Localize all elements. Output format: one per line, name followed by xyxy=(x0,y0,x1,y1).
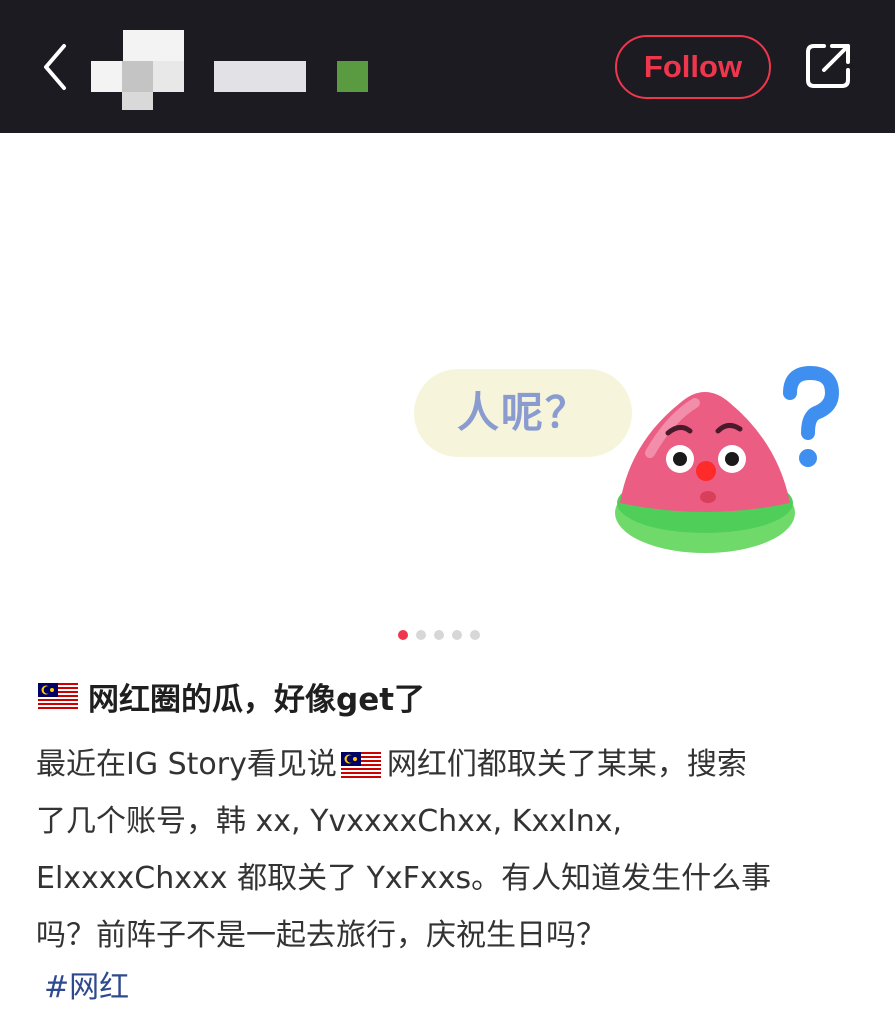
share-button[interactable] xyxy=(802,40,854,92)
post-body-line: 了几个账号，韩 xx, YvxxxxChxx, KxxInx, xyxy=(36,793,866,850)
post-image[interactable]: 人呢？ xyxy=(0,133,895,653)
chevron-left-icon xyxy=(44,44,66,90)
post-title: 网红圈的瓜，好像get了 xyxy=(38,670,858,722)
post-body-line: ElxxxxChxxx 都取关了 YxFxxs。有人知道发生什么事 xyxy=(36,850,866,907)
post-body-text: 了几个账号，韩 xx, YvxxxxChxx, KxxInx, xyxy=(36,804,623,839)
share-external-icon xyxy=(806,44,850,88)
back-button[interactable] xyxy=(30,36,86,98)
user-badge xyxy=(337,61,368,92)
avatar[interactable] xyxy=(91,30,184,110)
carousel-dot[interactable] xyxy=(452,630,462,640)
follow-button[interactable]: Follow xyxy=(615,35,771,99)
post-body-text: 最近在IG Story看见说 xyxy=(36,747,337,782)
username-redacted[interactable] xyxy=(214,61,306,92)
watermelon-question-sticker xyxy=(615,365,840,553)
carousel-dot[interactable] xyxy=(398,630,408,640)
post-body-text: 吗？前阵子不是一起去旅行，庆祝生日吗？ xyxy=(36,918,606,953)
speech-bubble: 人呢？ xyxy=(414,369,632,457)
post-body-text: 网红们都取关了某某，搜索 xyxy=(386,747,747,782)
carousel-dot[interactable] xyxy=(434,630,444,640)
hashtag-link[interactable]: #网红 xyxy=(44,962,129,1014)
top-bar: Follow xyxy=(0,0,895,133)
post-body: 最近在IG Story看见说 网红们都取关了某某，搜索 了几个账号，韩 xx, … xyxy=(36,736,866,964)
malaysia-flag-icon xyxy=(340,751,381,778)
malaysia-flag-icon xyxy=(38,683,78,709)
carousel-dot[interactable] xyxy=(416,630,426,640)
carousel-dot[interactable] xyxy=(470,630,480,640)
carousel-indicator xyxy=(398,630,480,642)
post-body-text: ElxxxxChxxx 都取关了 YxFxxs。有人知道发生什么事 xyxy=(36,861,772,896)
post-body-line: 吗？前阵子不是一起去旅行，庆祝生日吗？ xyxy=(36,907,866,964)
post-title-text: 网红圈的瓜，好像get了 xyxy=(88,681,426,718)
post-body-line: 最近在IG Story看见说 网红们都取关了某某，搜索 xyxy=(36,736,866,793)
